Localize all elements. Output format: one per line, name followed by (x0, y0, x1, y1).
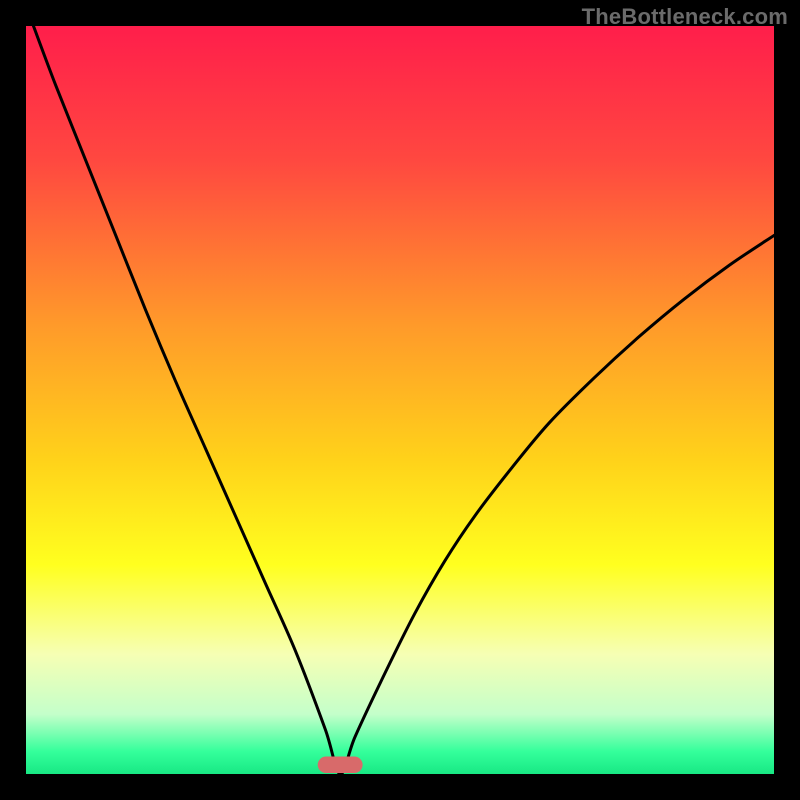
optimum-marker (318, 757, 363, 773)
chart-svg (26, 26, 774, 774)
plot-area (26, 26, 774, 774)
gradient-background (26, 26, 774, 774)
watermark-text: TheBottleneck.com (582, 4, 788, 30)
chart-frame: TheBottleneck.com (0, 0, 800, 800)
